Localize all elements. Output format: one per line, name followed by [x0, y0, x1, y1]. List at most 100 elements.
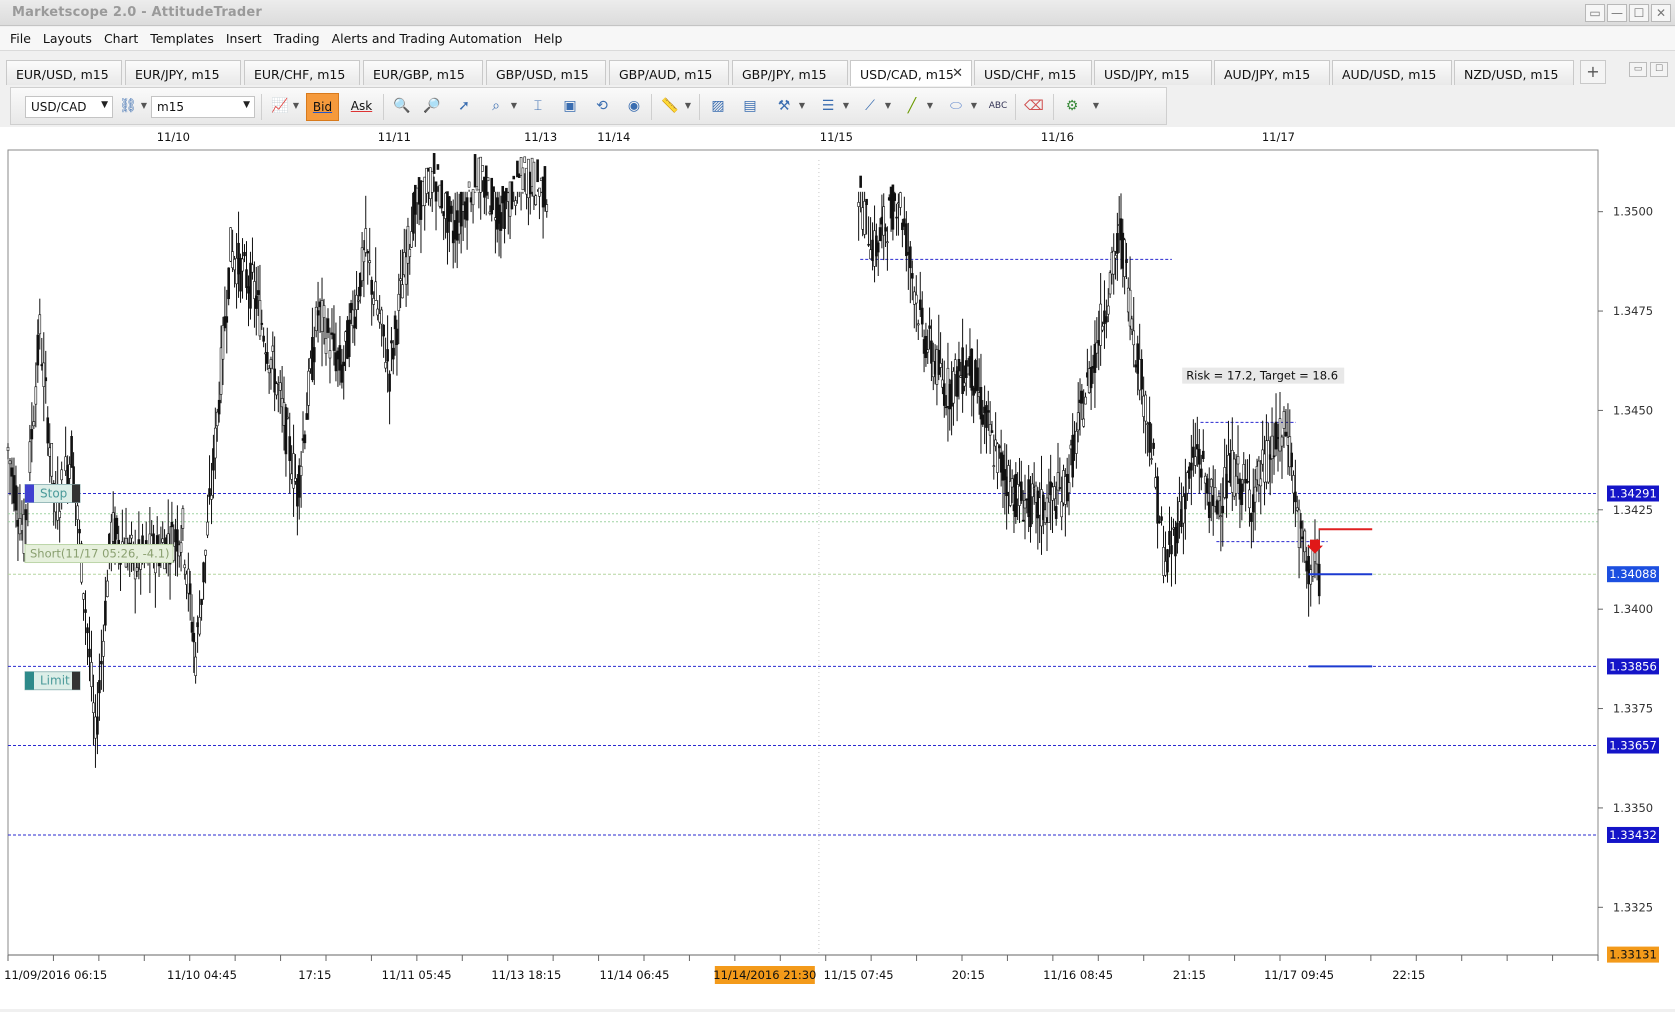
tab-gbpjpy[interactable]: GBP/JPY, m15: [732, 60, 848, 85]
candle-body: [1156, 476, 1159, 524]
menu-templates[interactable]: Templates: [144, 31, 220, 46]
candle-body: [981, 414, 985, 425]
sync-icon[interactable]: ⟲: [589, 95, 615, 119]
limit-order-handle[interactable]: [25, 671, 34, 690]
cursor-icon[interactable]: ➚: [451, 95, 477, 119]
minimize-button[interactable]: —: [1607, 4, 1627, 22]
instrument-select[interactable]: USD/CAD ▼: [25, 96, 113, 118]
candle-body: [391, 347, 395, 360]
text-tool-icon[interactable]: ABC: [985, 95, 1011, 119]
menu-trading[interactable]: Trading: [268, 31, 326, 46]
picture-icon[interactable]: ▨: [705, 95, 731, 119]
menu-help[interactable]: Help: [528, 31, 569, 46]
candle-body: [961, 347, 964, 394]
tab-usdcad[interactable]: USD/CAD, m15 ✕: [850, 60, 972, 86]
time-label: 11/14 06:45: [599, 968, 669, 982]
candle-body: [1184, 493, 1187, 510]
candle-body: [998, 445, 1001, 449]
candle-body: [200, 598, 203, 605]
chevron-down-icon[interactable]: ▼: [925, 95, 935, 119]
chart-type-icon[interactable]: 📈: [267, 95, 293, 119]
indicators-tree-icon[interactable]: ⚙: [1059, 95, 1085, 119]
eraser-icon[interactable]: ⌫: [1021, 95, 1047, 119]
candle-body: [1290, 452, 1293, 468]
zoom-out-icon[interactable]: 🔎: [419, 95, 445, 119]
link-chain-icon[interactable]: ⛓: [115, 95, 141, 119]
chart-maximize-icon[interactable]: ☐: [1650, 62, 1668, 77]
candle-body: [135, 567, 139, 572]
ask-button[interactable]: Ask: [345, 93, 378, 121]
candle-body: [1317, 563, 1321, 597]
stop-order-close[interactable]: [72, 484, 80, 503]
chevron-down-icon[interactable]: ▼: [683, 95, 693, 119]
ellipse-icon[interactable]: ⬭: [943, 95, 969, 119]
menu-alerts[interactable]: Alerts and Trading Automation: [326, 31, 528, 46]
chevron-down-icon[interactable]: ▼: [969, 95, 979, 119]
globe-icon[interactable]: ◉: [621, 95, 647, 119]
menu-file[interactable]: File: [4, 31, 37, 46]
crosshair-icon[interactable]: ⌶: [525, 95, 551, 119]
tab-eurgbp[interactable]: EUR/GBP, m15: [363, 60, 483, 85]
tab-eurusd[interactable]: EUR/USD, m15: [6, 60, 122, 85]
panel-icon[interactable]: ▤: [737, 95, 763, 119]
menu-layouts[interactable]: Layouts: [37, 31, 98, 46]
candle-body: [1023, 499, 1027, 509]
tab-audjpy[interactable]: AUD/JPY, m15: [1214, 60, 1330, 85]
candle-body: [204, 549, 207, 556]
zoom-in-icon[interactable]: 🔍: [389, 95, 415, 119]
chart-area[interactable]: 11/10 11/11 11/13 11/14 11/15 11/16 11/17 Stop…: [0, 127, 1675, 1009]
stop-order-handle[interactable]: [25, 484, 34, 503]
close-window-button[interactable]: ✕: [1651, 4, 1671, 22]
tab-audusd[interactable]: AUD/USD, m15: [1332, 60, 1452, 85]
menu-insert[interactable]: Insert: [220, 31, 268, 46]
horizontal-lines-icon[interactable]: ☰: [815, 95, 841, 119]
toolbar-overflow-icon[interactable]: ▼: [1091, 95, 1101, 119]
tab-usdjpy[interactable]: USD/JPY, m15: [1094, 60, 1212, 85]
tab-gbpaud[interactable]: GBP/AUD, m15: [609, 60, 729, 85]
zoom-window-icon[interactable]: ⌕: [483, 95, 509, 119]
data-box-icon[interactable]: ▣: [557, 95, 583, 119]
toolbar-divider: [699, 94, 700, 120]
candle-body: [1196, 444, 1199, 450]
tab-usdchf[interactable]: USD/CHF, m15: [974, 60, 1092, 85]
trend-line-icon[interactable]: ╱: [899, 95, 925, 119]
candle-body: [269, 359, 273, 369]
candle-body: [210, 495, 213, 500]
chevron-down-icon[interactable]: ▼: [291, 95, 301, 119]
chevron-down-icon[interactable]: ▼: [841, 95, 851, 119]
chevron-down-icon[interactable]: ▼: [883, 95, 893, 119]
candle-body: [292, 453, 295, 489]
maximize-button[interactable]: ☐: [1629, 4, 1649, 22]
candle-body: [1219, 515, 1223, 518]
menu-chart[interactable]: Chart: [98, 31, 144, 46]
candle-body: [84, 609, 87, 613]
tab-eurjpy[interactable]: EUR/JPY, m15: [125, 60, 241, 85]
candle-body: [543, 166, 547, 206]
chevron-down-icon[interactable]: ▼: [797, 95, 807, 119]
bid-button[interactable]: Bid: [306, 93, 339, 121]
tab-eurchf[interactable]: EUR/CHF, m15: [244, 60, 360, 85]
candle-body: [6, 446, 10, 451]
chevron-down-icon[interactable]: ▼: [509, 95, 519, 119]
candle-body: [307, 370, 310, 406]
candle-body: [206, 521, 209, 536]
tools-icon[interactable]: ⚒: [771, 95, 797, 119]
chart-restore-icon[interactable]: ▭: [1629, 62, 1647, 77]
price-chart[interactable]: 11/10 11/11 11/13 11/14 11/15 11/16 11/17 Stop…: [0, 127, 1675, 1009]
candle-body: [1207, 501, 1211, 518]
ruler-icon[interactable]: 📏: [657, 95, 683, 119]
close-tab-icon[interactable]: ✕: [952, 66, 963, 81]
candle-body: [1266, 440, 1270, 483]
limit-order-close[interactable]: [72, 671, 80, 690]
chevron-down-icon[interactable]: ▼: [139, 95, 149, 119]
timeframe-select[interactable]: m15 ▼: [151, 96, 255, 118]
add-tab-button[interactable]: +: [1580, 60, 1606, 84]
tab-gbpusd[interactable]: GBP/USD, m15: [486, 60, 606, 85]
restore-window-button[interactable]: ▭: [1585, 4, 1605, 22]
candle-body: [30, 429, 34, 440]
time-label: 11/09/2016 06:15: [4, 968, 107, 982]
tab-nzdusd[interactable]: NZD/USD, m15: [1454, 60, 1574, 85]
fan-lines-icon[interactable]: ⟋: [857, 95, 883, 119]
candle-body: [471, 189, 475, 206]
candle-body: [1099, 303, 1102, 346]
